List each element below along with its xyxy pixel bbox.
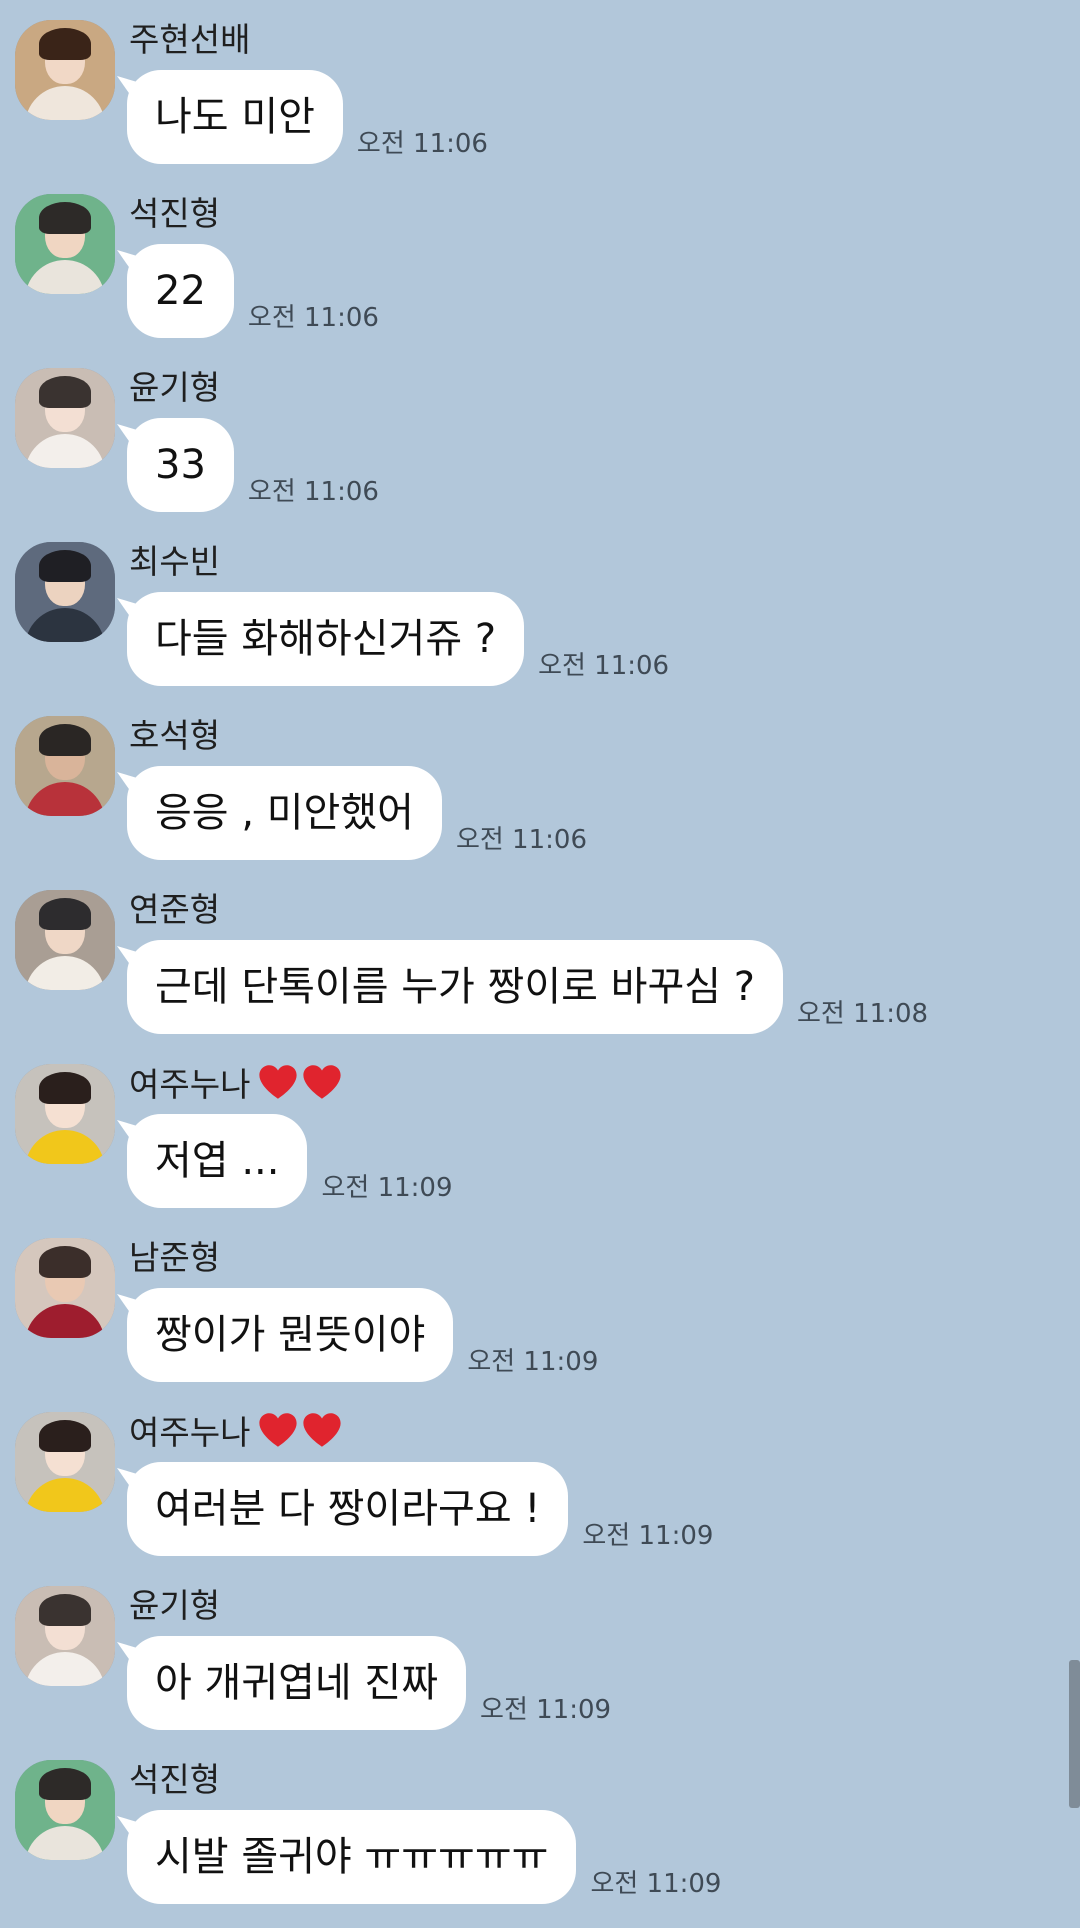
message-bubble[interactable]: 근데 단톡이름 누가 짱이로 바꾸심 ? [127, 940, 784, 1034]
sender-name: 최수빈 [129, 542, 220, 582]
message-time: 오전 11:06 [247, 303, 379, 333]
avatar-hair [39, 1768, 91, 1800]
avatar-hair [39, 376, 91, 408]
message-time: 오전 11:09 [321, 1173, 453, 1203]
avatar[interactable] [15, 1412, 115, 1512]
avatar[interactable] [15, 890, 115, 990]
message-bubble[interactable]: 응응 , 미안했어 [127, 766, 442, 860]
message-bubble[interactable]: 짱이가 뭔뜻이야 [127, 1288, 454, 1382]
avatar-hair [39, 550, 91, 582]
heart-emojis [258, 1412, 346, 1457]
message-time: 오전 11:08 [797, 999, 929, 1029]
message-bubble[interactable]: 다들 화해하신거쥬 ? [127, 592, 525, 686]
sender-name: 남준형 [129, 1238, 220, 1278]
chat-message: 호석형 응응 , 미안했어 오전 11:06 [0, 696, 1080, 870]
message-time: 오전 11:06 [247, 477, 379, 507]
message-row: 짱이가 뭔뜻이야 오전 11:09 [127, 1288, 598, 1382]
chat-message: 여주누나 여러분 다 짱이라구요 ! 오전 11:09 [0, 1392, 1080, 1566]
message-row: 저엽 ... 오전 11:09 [127, 1114, 453, 1208]
avatar[interactable] [15, 1586, 115, 1686]
message-time: 오전 11:09 [480, 1695, 612, 1725]
message-time: 오전 11:09 [582, 1521, 714, 1551]
avatar[interactable] [15, 1760, 115, 1860]
scrollbar[interactable] [1069, 1660, 1080, 1808]
message-row: 나도 미안 오전 11:06 [127, 70, 488, 164]
heart-icon [302, 1412, 342, 1448]
sender-name: 윤기형 [129, 368, 220, 408]
sender-name-text: 석진형 [129, 1760, 221, 1799]
message-time: 오전 11:09 [467, 1347, 599, 1377]
heart-icon [302, 1064, 342, 1100]
heart-icon [258, 1412, 298, 1448]
message-bubble[interactable]: 시발 졸귀야 ㅠㅠㅠㅠㅠ [127, 1810, 577, 1904]
sender-name-text: 남준형 [129, 1238, 221, 1277]
message-time: 오전 11:09 [590, 1869, 722, 1899]
avatar-hair [39, 1420, 91, 1452]
sender-name-text: 최수빈 [129, 542, 221, 581]
avatar-hair [39, 28, 91, 60]
sender-name: 석진형 [129, 194, 220, 234]
message-row: 22 오전 11:06 [127, 244, 379, 338]
chat-message: 여주누나 저엽 ... 오전 11:09 [0, 1044, 1080, 1218]
chat-message: 최수빈 다들 화해하신거쥬 ? 오전 11:06 [0, 522, 1080, 696]
message-row: 아 개귀엽네 진짜 오전 11:09 [127, 1636, 611, 1730]
sender-name: 여주누나 [129, 1064, 346, 1109]
message-row: 응응 , 미안했어 오전 11:06 [127, 766, 587, 860]
message-time: 오전 11:06 [538, 651, 670, 681]
message-bubble[interactable]: 나도 미안 [127, 70, 343, 164]
avatar[interactable] [15, 716, 115, 816]
avatar[interactable] [15, 1064, 115, 1164]
avatar-hair [39, 202, 91, 234]
sender-name: 석진형 [129, 1760, 220, 1800]
message-bubble[interactable]: 여러분 다 짱이라구요 ! [127, 1462, 569, 1556]
chat-message: 석진형 22 오전 11:06 [0, 174, 1080, 348]
chat-message: 석진형 시발 졸귀야 ㅠㅠㅠㅠㅠ 오전 11:09 [0, 1740, 1080, 1914]
message-row: 33 오전 11:06 [127, 418, 379, 512]
sender-name-text: 주현선배 [129, 20, 251, 59]
chat-message: 연준형 근데 단톡이름 누가 짱이로 바꾸심 ? 오전 11:08 [0, 870, 1080, 1044]
avatar[interactable] [15, 542, 115, 642]
message-row: 다들 화해하신거쥬 ? 오전 11:06 [127, 592, 669, 686]
message-row: 시발 졸귀야 ㅠㅠㅠㅠㅠ 오전 11:09 [127, 1810, 721, 1904]
chat-message: 윤기형 아 개귀엽네 진짜 오전 11:09 [0, 1566, 1080, 1740]
sender-name-text: 호석형 [129, 716, 221, 755]
chat-message: 주현선배 나도 미안 오전 11:06 [0, 0, 1080, 174]
message-time: 오전 11:06 [356, 129, 488, 159]
avatar[interactable] [15, 194, 115, 294]
avatar-hair [39, 898, 91, 930]
heart-icon [258, 1064, 298, 1100]
sender-name-text: 여주누나 [129, 1413, 251, 1452]
chat-message: 윤기형 33 오전 11:06 [0, 348, 1080, 522]
sender-name: 연준형 [129, 890, 220, 930]
sender-name: 호석형 [129, 716, 220, 756]
sender-name-text: 윤기형 [129, 1586, 221, 1625]
message-bubble[interactable]: 33 [127, 418, 234, 512]
sender-name: 윤기형 [129, 1586, 220, 1626]
avatar[interactable] [15, 368, 115, 468]
chat-message: 남준형 짱이가 뭔뜻이야 오전 11:09 [0, 1218, 1080, 1392]
message-bubble[interactable]: 22 [127, 244, 234, 338]
sender-name-text: 여주누나 [129, 1065, 251, 1104]
sender-name: 주현선배 [129, 20, 250, 60]
message-time: 오전 11:06 [455, 825, 587, 855]
message-row: 여러분 다 짱이라구요 ! 오전 11:09 [127, 1462, 713, 1556]
avatar[interactable] [15, 1238, 115, 1338]
avatar-hair [39, 724, 91, 756]
avatar-hair [39, 1594, 91, 1626]
sender-name-text: 석진형 [129, 194, 221, 233]
avatar-hair [39, 1246, 91, 1278]
sender-name: 여주누나 [129, 1412, 346, 1457]
message-bubble[interactable]: 아 개귀엽네 진짜 [127, 1636, 467, 1730]
sender-name-text: 연준형 [129, 890, 221, 929]
message-bubble[interactable]: 저엽 ... [127, 1114, 308, 1208]
sender-name-text: 윤기형 [129, 368, 221, 407]
message-row: 근데 단톡이름 누가 짱이로 바꾸심 ? 오전 11:08 [127, 940, 928, 1034]
avatar[interactable] [15, 20, 115, 120]
avatar-hair [39, 1072, 91, 1104]
heart-emojis [258, 1064, 346, 1109]
